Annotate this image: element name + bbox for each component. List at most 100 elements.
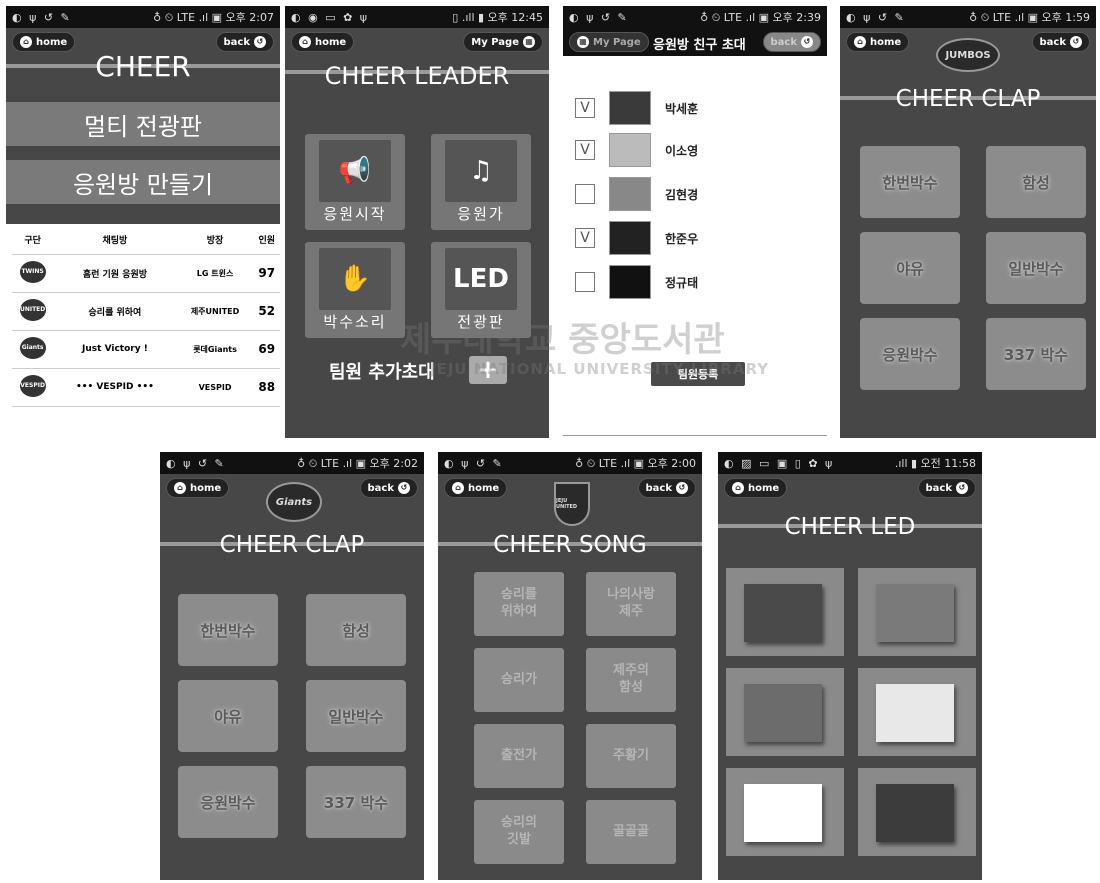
- list-item[interactable]: V 이소영: [575, 132, 698, 168]
- regular-clap-button[interactable]: 일반박수: [306, 680, 406, 752]
- team-logo: JEJU UNITED: [554, 482, 590, 526]
- 337-clap-button[interactable]: 337 박수: [986, 318, 1086, 390]
- page-title: 응원방 친구 초대: [653, 38, 746, 53]
- led-color-option[interactable]: [726, 668, 844, 756]
- back-label: back: [925, 482, 952, 494]
- song-button[interactable]: 출전가: [474, 724, 564, 788]
- 337-clap-button[interactable]: 337 박수: [306, 766, 406, 838]
- friend-checkbox[interactable]: V: [575, 228, 595, 248]
- status-icons-left: ◐ ψ ↺ ✎: [569, 10, 629, 24]
- regular-clap-button[interactable]: 일반박수: [986, 232, 1086, 304]
- music-note-icon: ♫: [445, 140, 517, 202]
- home-button[interactable]: ⌂ home: [724, 478, 788, 498]
- friend-name: 한준우: [665, 231, 699, 246]
- home-button[interactable]: ⌂ home: [444, 478, 508, 498]
- home-icon: ⌂: [732, 482, 744, 494]
- back-arrow-icon: ↺: [254, 36, 266, 48]
- status-icons-right: .ıll ▮ 오전 11:58: [894, 457, 976, 470]
- led-color-option[interactable]: [858, 768, 976, 856]
- boo-button[interactable]: 야유: [178, 680, 278, 752]
- team-logo: Giants: [19, 336, 46, 359]
- shout-button[interactable]: 함성: [306, 594, 406, 666]
- cheer-song-label: 응원가: [457, 205, 505, 223]
- multi-board-button[interactable]: 멀티 전광판: [6, 102, 280, 146]
- shout-button[interactable]: 함성: [986, 146, 1086, 218]
- led-color-option[interactable]: [726, 768, 844, 856]
- home-button[interactable]: ⌂ home: [846, 32, 910, 52]
- back-button[interactable]: back ↺: [917, 478, 976, 498]
- friend-checkbox[interactable]: [575, 272, 595, 292]
- cheer-clap-button[interactable]: 응원박수: [860, 318, 960, 390]
- create-room-button[interactable]: 응원방 만들기: [6, 160, 280, 204]
- my-page-label: My Page: [593, 36, 641, 48]
- back-label: back: [770, 36, 797, 48]
- status-icons-right: ▯ .ıll ▮ 오후 12:45: [452, 11, 543, 24]
- led-color-option[interactable]: [858, 668, 976, 756]
- list-item[interactable]: V 박세훈: [575, 90, 698, 126]
- clap-once-button[interactable]: 한번박수: [860, 146, 960, 218]
- team-logo: JUMBOS: [936, 38, 1000, 72]
- home-label: home: [36, 36, 68, 48]
- back-button[interactable]: back ↺: [762, 32, 821, 52]
- led-color-option[interactable]: [858, 568, 976, 656]
- friend-photo: [609, 91, 651, 125]
- back-button[interactable]: back ↺: [1031, 32, 1090, 52]
- led-color-option[interactable]: [726, 568, 844, 656]
- list-item[interactable]: 김현경: [575, 176, 698, 212]
- screen-cheer-clap-jumbos: ◐ ψ ↺ ✎ ♁ ⏲ LTE .ıl ▣ 오후 1:59 ⌂ home back…: [840, 6, 1096, 438]
- cheer-start-button[interactable]: 📢 응원시작: [305, 134, 405, 230]
- song-button[interactable]: 승리의 깃발: [474, 800, 564, 864]
- room-name: 승리를 위하여: [53, 292, 177, 331]
- friend-checkbox[interactable]: V: [575, 98, 595, 118]
- home-button[interactable]: ⌂ home: [166, 478, 230, 498]
- song-button[interactable]: 승리를 위하여: [474, 572, 564, 636]
- song-button[interactable]: 승리가: [474, 648, 564, 712]
- list-item[interactable]: 정규태: [575, 264, 698, 300]
- friend-name: 이소영: [665, 143, 699, 158]
- room-name: Just Victory !: [53, 330, 177, 369]
- invite-label: 팀원 추가초대: [329, 362, 435, 383]
- status-icons-left: ◐ ▨ ▭ ▣ ▯ ✿ ψ: [724, 456, 835, 470]
- room-name: ••• VESPID •••: [53, 368, 177, 407]
- home-label: home: [315, 36, 347, 48]
- room-owner: VESPID: [176, 368, 254, 407]
- table-row[interactable]: VESPID ••• VESPID ••• VESPID 88: [12, 368, 280, 407]
- status-icons-left: ◐ ψ ↺ ✎: [12, 10, 72, 24]
- library-watermark-en: JEJU NATIONAL UNIVERSITY LIBRARY: [430, 360, 770, 378]
- status-icons-left: ◐ ψ ↺ ✎: [166, 456, 226, 470]
- led-swatch: [876, 584, 954, 642]
- home-button[interactable]: ⌂ home: [291, 32, 355, 52]
- song-button[interactable]: 제주의 함성: [586, 648, 676, 712]
- table-row[interactable]: UNITED 승리를 위하여 제주UNITED 52: [12, 292, 280, 331]
- clap-sound-button[interactable]: ✋ 박수소리: [305, 242, 405, 338]
- back-button[interactable]: back ↺: [359, 478, 418, 498]
- table-row[interactable]: TWINS 홈런 기원 응원방 LG 트윈스 97: [12, 254, 280, 293]
- page-title: CHEER: [95, 50, 191, 83]
- back-button[interactable]: back ↺: [215, 32, 274, 52]
- clap-once-button[interactable]: 한번박수: [178, 594, 278, 666]
- friend-checkbox[interactable]: [575, 184, 595, 204]
- cheer-song-button[interactable]: ♫ 응원가: [431, 134, 531, 230]
- home-button[interactable]: ⌂ home: [12, 32, 76, 52]
- friend-checkbox[interactable]: V: [575, 140, 595, 160]
- my-page-button[interactable]: My Page ▦: [463, 32, 543, 52]
- song-button[interactable]: 나의사랑 제주: [586, 572, 676, 636]
- back-button[interactable]: back ↺: [637, 478, 696, 498]
- cheer-clap-button[interactable]: 응원박수: [178, 766, 278, 838]
- member-count: 97: [253, 254, 280, 293]
- song-button[interactable]: 주황기: [586, 724, 676, 788]
- my-page-button[interactable]: ▦ My Page: [569, 32, 649, 52]
- song-button[interactable]: 골골골: [586, 800, 676, 864]
- status-icons-left: ◐ ψ ↺ ✎: [444, 456, 504, 470]
- table-row[interactable]: Giants Just Victory ! 롯데Giants 69: [12, 330, 280, 369]
- friend-name: 박세훈: [665, 101, 699, 116]
- member-count: 52: [253, 292, 280, 331]
- back-label: back: [223, 36, 250, 48]
- status-bar: ◐ ψ ↺ ✎ ♁ ⏲ LTE .ıl ▣ 오후 2:07: [6, 6, 280, 28]
- boo-button[interactable]: 야유: [860, 232, 960, 304]
- friend-photo: [609, 221, 651, 255]
- home-icon: ⌂: [20, 36, 32, 48]
- list-item[interactable]: V 한준우: [575, 220, 698, 256]
- table-header-row: 구단 채팅방 방장 인원: [12, 226, 280, 255]
- screen-cheer-clap-giants: ◐ ψ ↺ ✎ ♁ ⏲ LTE .ıl ▣ 오후 2:02 ⌂ home back…: [160, 452, 424, 880]
